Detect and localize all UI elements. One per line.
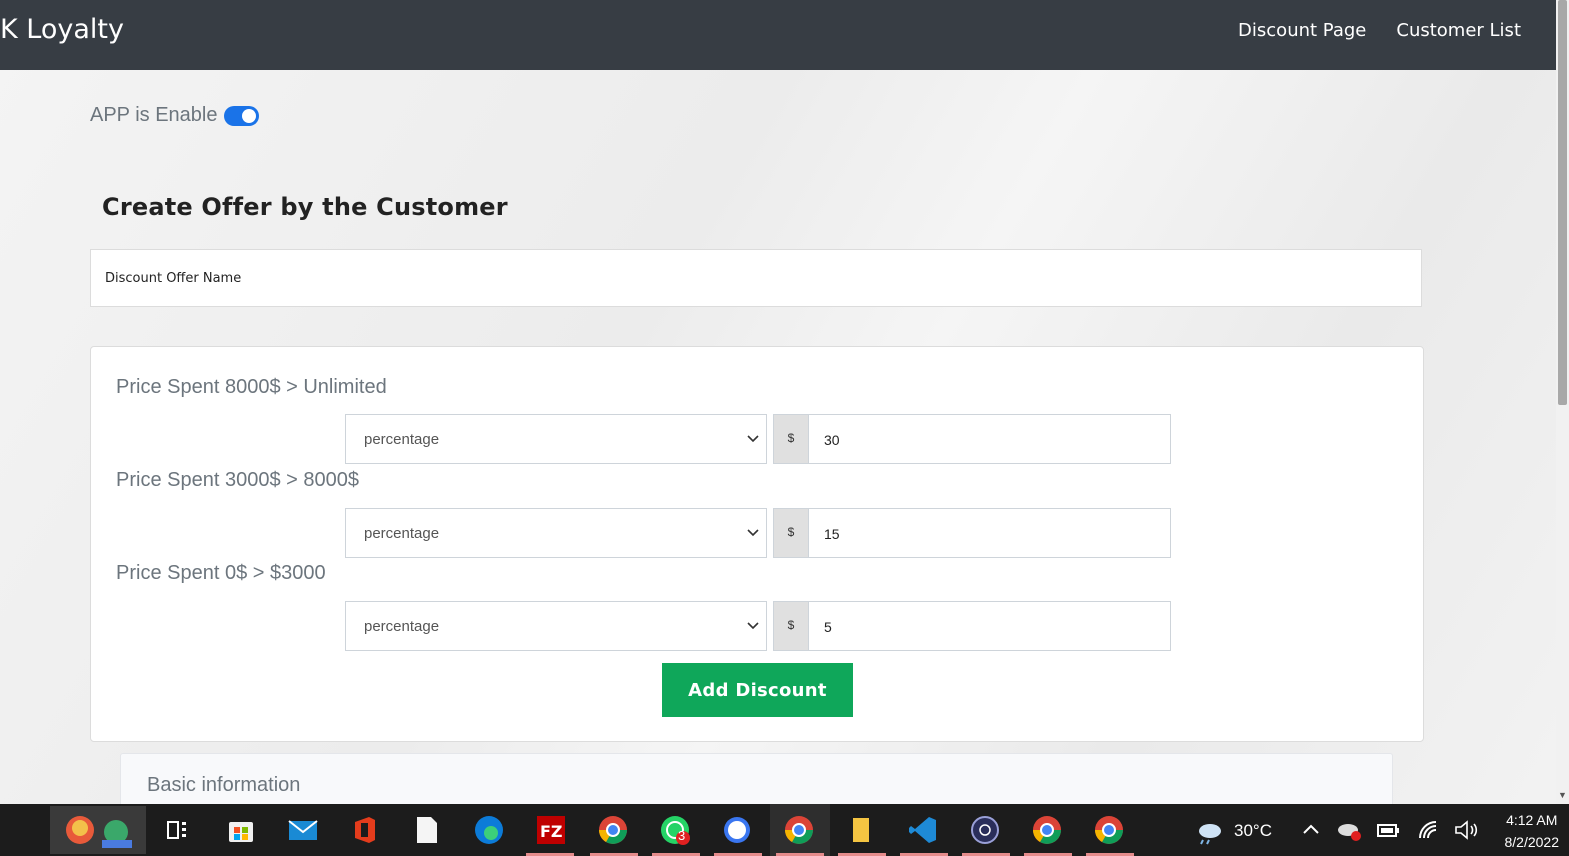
app-enable-toggle[interactable]	[223, 105, 259, 126]
tier-label-2: Price Spent 3000$ > 8000$	[116, 469, 359, 491]
tier-1-type-value: percentage	[364, 431, 440, 448]
chrome-active-icon[interactable]	[783, 814, 815, 846]
brand-logo[interactable]: K Loyalty	[0, 14, 124, 45]
app-enable-row: APP is Enable	[90, 104, 259, 127]
chevron-down-icon	[747, 622, 759, 630]
task-view-icon[interactable]	[164, 814, 196, 846]
whatsapp-icon[interactable]	[659, 814, 691, 846]
chevron-down-icon	[747, 529, 759, 537]
tier-2-currency-prefix: $	[773, 508, 809, 558]
tier-2-value: 15	[824, 526, 840, 542]
store-icon[interactable]	[225, 814, 257, 846]
tier-3-currency-prefix: $	[773, 601, 809, 651]
tier-1-currency-prefix: $	[773, 414, 809, 464]
clock[interactable]: 4:12 AM 8/2/2022	[1505, 809, 1560, 853]
tier-3-value: 5	[824, 619, 832, 635]
clock-time: 4:12 AM	[1506, 812, 1558, 828]
page-title: Create Offer by the Customer	[102, 193, 508, 221]
nav-link-customer-list[interactable]: Customer List	[1396, 20, 1521, 41]
widgets-icon[interactable]	[50, 806, 146, 854]
mail-icon[interactable]	[287, 814, 319, 846]
add-discount-button[interactable]: Add Discount	[662, 663, 853, 717]
whatsapp-badge: 3	[678, 828, 686, 843]
discount-tiers-card: Price Spent 8000$ > Unlimited percentage…	[90, 346, 1424, 742]
tier-1-value: 30	[824, 432, 840, 448]
tier-label-3: Price Spent 0$ > $3000	[116, 562, 326, 584]
offer-name-input[interactable]	[91, 250, 1421, 306]
basic-information-title: Basic information	[147, 774, 301, 796]
navbar: K Loyalty Discount Page Customer List	[0, 0, 1556, 70]
tier-3-type-select[interactable]: percentage	[345, 601, 767, 651]
taskbar: FZ 3 30°C 4:12 AM 8/2/2022	[0, 804, 1569, 856]
weather-temperature[interactable]: 30°C	[1234, 821, 1272, 841]
tier-label-1: Price Spent 8000$ > Unlimited	[116, 376, 387, 398]
vscode-icon[interactable]	[907, 814, 939, 846]
signal-icon[interactable]	[721, 814, 753, 846]
edge-icon[interactable]	[473, 814, 505, 846]
chrome-2-icon[interactable]	[1031, 814, 1063, 846]
clock-date: 8/2/2022	[1504, 834, 1560, 850]
battery-icon[interactable]	[1372, 814, 1404, 846]
tier-2-type-value: percentage	[364, 525, 440, 542]
office-icon[interactable]	[349, 814, 381, 846]
tier-2-value-input[interactable]: 15	[808, 508, 1171, 558]
tier-3-type-value: percentage	[364, 618, 440, 635]
weather-cloud-icon[interactable]	[1193, 814, 1225, 846]
filezilla-icon[interactable]: FZ	[535, 814, 567, 846]
svg-text:FZ: FZ	[540, 822, 563, 841]
file-explorer-icon[interactable]	[845, 814, 877, 846]
chrome-profile-icon[interactable]	[597, 814, 629, 846]
onedrive-error-icon[interactable]	[1334, 814, 1366, 846]
notepad-icon[interactable]	[411, 814, 443, 846]
volume-icon[interactable]	[1450, 814, 1482, 846]
tier-1-type-select[interactable]: percentage	[345, 414, 767, 464]
tier-1-value-input[interactable]: 30	[808, 414, 1171, 464]
chevron-down-icon	[747, 435, 759, 443]
app-enable-label: APP is Enable	[90, 104, 218, 126]
tier-3-value-input[interactable]: 5	[808, 601, 1171, 651]
offer-name-wrapper	[90, 249, 1422, 307]
chevron-up-icon[interactable]	[1295, 814, 1327, 846]
tier-2-type-select[interactable]: percentage	[345, 508, 767, 558]
nav-link-discount-page[interactable]: Discount Page	[1238, 20, 1366, 41]
app-circle-icon[interactable]	[969, 814, 1001, 846]
chrome-3-icon[interactable]	[1093, 814, 1125, 846]
wifi-icon[interactable]	[1412, 814, 1444, 846]
scrollbar-thumb[interactable]	[1558, 0, 1567, 405]
nav-links: Discount Page Customer List	[1238, 20, 1521, 41]
scroll-down-arrow-icon[interactable]: ▼	[1558, 790, 1567, 800]
